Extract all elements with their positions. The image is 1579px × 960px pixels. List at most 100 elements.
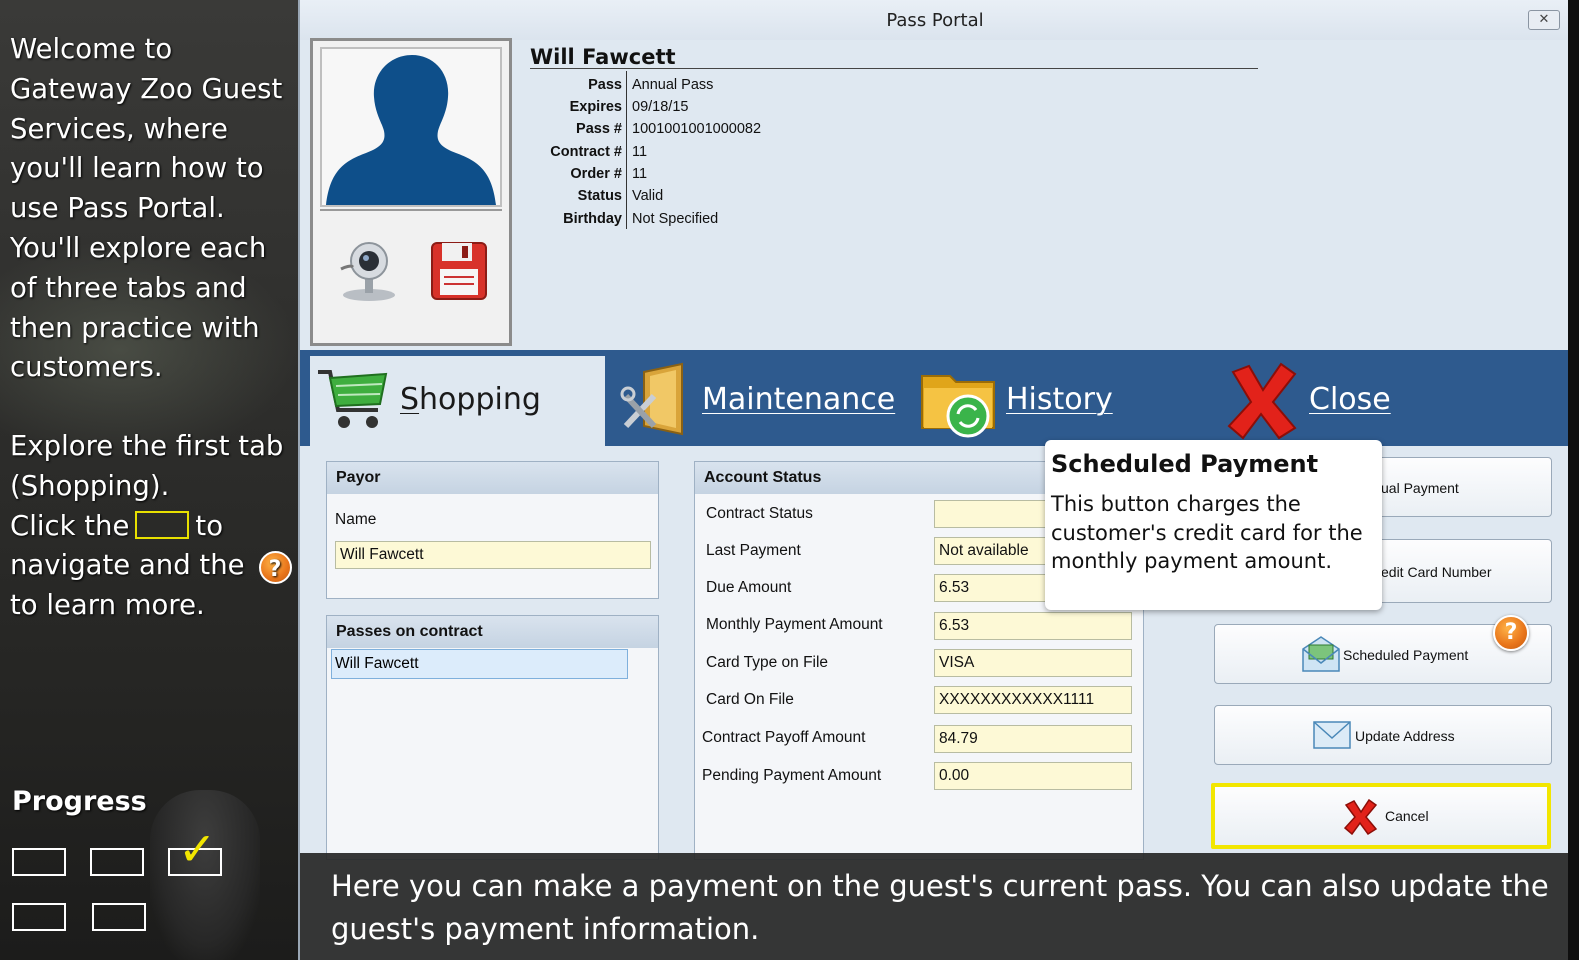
info-label: Order #	[570, 166, 622, 182]
tab-close[interactable]: Close	[1225, 356, 1485, 446]
card-type-label: Card Type on File	[706, 654, 829, 671]
manual-payment-label: ual Payment	[1381, 480, 1459, 496]
learn-more-text: to learn more.	[10, 589, 205, 622]
info-row-pass: Pass Annual Pass	[530, 74, 1030, 96]
window-title: Pass Portal	[886, 10, 984, 31]
intro-line: Welcome to	[10, 33, 173, 65]
guest-name: Will Fawcett	[530, 45, 676, 69]
intro-line: then practice with	[10, 311, 260, 344]
title-bar: Pass Portal ✕	[300, 0, 1570, 40]
info-value: Valid	[632, 188, 664, 204]
close-x-icon	[1227, 362, 1297, 440]
payor-heading: Payor	[327, 462, 658, 494]
intro-text: Welcome to Gateway Zoo Guest Services, w…	[10, 30, 282, 388]
info-value: 11	[632, 144, 648, 160]
intro-line: Gateway Zoo Guest	[10, 72, 283, 105]
help-icon: ?	[258, 551, 292, 585]
help-instruction: navigate and the?	[10, 546, 292, 586]
save-photo-button[interactable]	[428, 237, 490, 303]
click-the-text: Click the	[10, 509, 130, 542]
update-address-button[interactable]: Update Address	[1214, 705, 1552, 765]
progress-box	[90, 848, 144, 876]
info-label: Status	[577, 188, 622, 204]
info-row-expires: Expires 09/18/15	[530, 96, 1030, 118]
checkmark-icon: ✓	[178, 822, 217, 876]
tab-maintenance[interactable]: Maintenance	[618, 356, 908, 446]
intro-line: Services, where	[10, 112, 228, 145]
pending-payment-field[interactable]: 0.00	[934, 762, 1132, 790]
tab-strip: Shopping Maintenance History Close	[300, 350, 1570, 446]
envelope-icon	[1313, 721, 1351, 749]
to-text: to	[195, 509, 224, 542]
progress-title: Progress	[12, 786, 147, 817]
contract-status-label: Contract Status	[706, 505, 813, 522]
last-payment-label: Last Payment	[706, 542, 801, 559]
info-value: 09/18/15	[632, 99, 689, 115]
info-value: Not Specified	[632, 211, 719, 227]
passes-panel: Passes on contract Will Fawcett	[326, 615, 659, 860]
tab-shopping-accesskey: S	[400, 382, 420, 417]
name-underline	[530, 68, 1258, 69]
pass-list-item[interactable]: Will Fawcett	[331, 649, 628, 679]
explore-instructions: Explore the first tab (Shopping). Click …	[10, 427, 292, 626]
intro-line: you'll learn how to	[10, 152, 264, 185]
pass-portal-window: Pass Portal ✕ Will Fawcett Pass Annual P…	[298, 0, 1570, 960]
tooltip-body: This button charges the customer's credi…	[1051, 492, 1363, 573]
right-edge	[1568, 0, 1579, 960]
navigate-text: navigate and the	[10, 549, 245, 582]
payoff-amount-label: Contract Payoff Amount	[702, 729, 866, 746]
intro-line: customers.	[10, 351, 163, 384]
tab-maintenance-label: Maintenance	[702, 382, 896, 417]
info-label: Contract #	[550, 144, 622, 160]
card-on-file-field[interactable]: XXXXXXXXXXXX1111	[934, 686, 1132, 714]
info-row-order-number: Order # 11	[530, 163, 1030, 185]
webcam-button[interactable]	[335, 237, 399, 303]
info-row-pass-number: Pass # 1001001001000082	[530, 118, 1030, 140]
tab-shopping-label: Shopping	[400, 382, 541, 417]
help-marker-icon[interactable]: ?	[1493, 615, 1529, 651]
shopping-cart-icon	[318, 370, 388, 428]
info-value: 1001001001000082	[632, 121, 762, 137]
tab-history[interactable]: History	[920, 356, 1210, 446]
info-label: Pass	[588, 77, 622, 93]
scheduled-payment-label: Scheduled Payment	[1343, 647, 1469, 663]
progress-box	[12, 903, 66, 931]
tab-close-label: Close	[1309, 382, 1391, 417]
tab-shopping-rest: hopping	[419, 382, 541, 417]
intro-line: use Pass Portal.	[10, 192, 225, 225]
due-amount-label: Due Amount	[706, 579, 792, 596]
card-on-file-label: Card On File	[706, 691, 794, 708]
cancel-x-icon	[1343, 799, 1378, 835]
monthly-payment-label: Monthly Payment Amount	[706, 616, 883, 633]
info-label: Pass #	[576, 121, 622, 137]
tab-shopping[interactable]: Shopping	[310, 356, 605, 446]
caption-bar: Here you can make a payment on the guest…	[300, 853, 1568, 960]
update-credit-card-label: edit Card Number	[1381, 564, 1492, 580]
person-silhouette-icon	[326, 55, 496, 205]
info-label: Birthday	[563, 211, 622, 227]
tooltip-title: Scheduled Payment	[1051, 450, 1319, 478]
info-value: Annual Pass	[632, 77, 714, 93]
maintenance-tools-icon	[620, 362, 683, 436]
payor-name-field[interactable]: Will Fawcett	[335, 541, 651, 569]
update-address-label: Update Address	[1355, 728, 1455, 744]
tutorial-panel: Welcome to Gateway Zoo Guest Services, w…	[0, 0, 300, 960]
info-value: 11	[632, 166, 648, 182]
window-close-button[interactable]: ✕	[1528, 10, 1560, 30]
webcam-icon	[340, 242, 395, 301]
monthly-payment-field[interactable]: 6.53	[934, 612, 1132, 640]
info-row-birthday: Birthday Not Specified	[530, 208, 1030, 230]
payoff-amount-field[interactable]: 84.79	[934, 725, 1132, 753]
progress-box	[12, 848, 66, 876]
cancel-button[interactable]: Cancel	[1211, 783, 1551, 849]
payor-name-label: Name	[335, 511, 377, 528]
tab-history-label: History	[1006, 382, 1113, 417]
history-folder-icon	[921, 375, 995, 438]
explore-line: (Shopping).	[10, 469, 170, 502]
pending-payment-label: Pending Payment Amount	[702, 767, 882, 784]
caption-text: Here you can make a payment on the guest…	[331, 869, 1549, 946]
highlight-box-sample	[135, 510, 190, 539]
intro-line: You'll explore each	[10, 231, 267, 264]
scheduled-payment-tooltip: Scheduled Payment This button charges th…	[1045, 440, 1382, 610]
card-type-field[interactable]: VISA	[934, 649, 1132, 677]
